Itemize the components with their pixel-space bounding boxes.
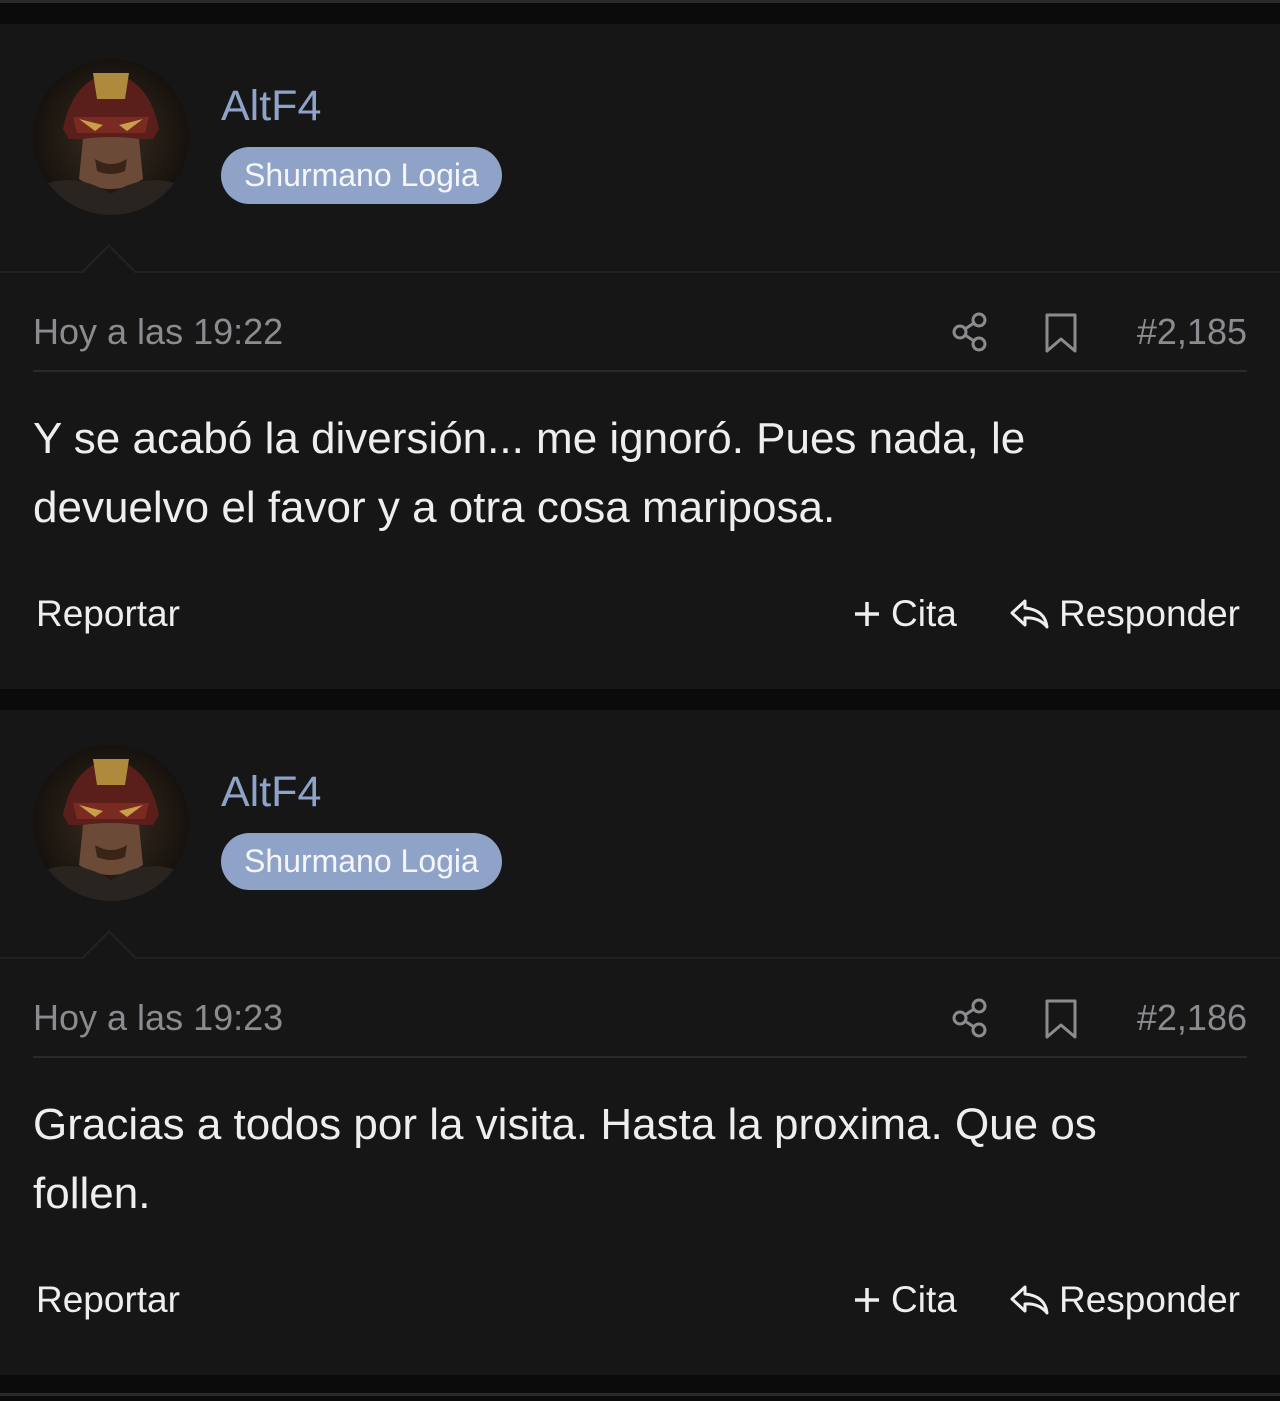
post-message: Gracias a todos por la visita. Hasta la … [33, 1100, 1097, 1218]
post-actions: Reportar Cita Responder [33, 1270, 1247, 1330]
post-timestamp[interactable]: Hoy a las 19:22 [33, 310, 283, 354]
plus-icon [855, 1288, 879, 1312]
post-meta: Hoy a las 19:22 #2,185 [33, 304, 1247, 364]
author-name[interactable]: AltF4 [221, 80, 321, 132]
reply-label: Responder [1059, 1279, 1241, 1320]
quote-label: Cita [891, 593, 957, 634]
report-button[interactable]: Reportar [36, 1278, 180, 1322]
author-pointer-fill [82, 247, 136, 274]
bookmark-icon[interactable] [1041, 312, 1081, 354]
quote-button[interactable]: Cita [853, 592, 957, 636]
meta-divider [33, 370, 1247, 372]
post-meta: Hoy a las 19:23 #2,186 [33, 990, 1247, 1050]
post-actions: Reportar Cita Responder [33, 584, 1247, 644]
post: AltF4 Shurmano Logia Hoy a las 19:23 #2,… [0, 710, 1280, 1375]
post-number[interactable]: #2,185 [1137, 310, 1247, 354]
post: AltF4 Shurmano Logia Hoy a las 19:22 #2,… [0, 24, 1280, 689]
post-author-block: AltF4 Shurmano Logia [0, 24, 1280, 272]
post-message: Y se acabó la diversión... me ignoró. Pu… [33, 414, 1026, 532]
avatar[interactable] [33, 59, 189, 215]
reply-icon [1010, 599, 1049, 629]
avatar-image [33, 745, 189, 901]
bookmark-icon[interactable] [1041, 998, 1081, 1040]
quote-button[interactable]: Cita [853, 1278, 957, 1322]
author-name[interactable]: AltF4 [221, 766, 321, 818]
post-author-block: AltF4 Shurmano Logia [0, 710, 1280, 958]
meta-divider [33, 1056, 1247, 1058]
top-divider [0, 0, 1280, 3]
report-button[interactable]: Reportar [36, 592, 180, 636]
avatar[interactable] [33, 745, 189, 901]
plus-icon [855, 602, 879, 626]
user-title-badge: Shurmano Logia [221, 833, 502, 890]
avatar-image [33, 59, 189, 215]
thread-page: AltF4 Shurmano Logia Hoy a las 19:22 #2,… [0, 0, 1280, 1401]
author-pointer-fill [82, 933, 136, 960]
post-number[interactable]: #2,186 [1137, 996, 1247, 1040]
user-title-badge: Shurmano Logia [221, 147, 502, 204]
share-icon[interactable] [951, 310, 991, 354]
reply-icon [1010, 1285, 1049, 1315]
share-icon[interactable] [951, 996, 991, 1040]
post-timestamp[interactable]: Hoy a las 19:23 [33, 996, 283, 1040]
reply-button[interactable]: Responder [1009, 1278, 1240, 1322]
reply-button[interactable]: Responder [1009, 592, 1240, 636]
quote-label: Cita [891, 1279, 957, 1320]
reply-label: Responder [1059, 593, 1241, 634]
bottom-divider [0, 1393, 1280, 1396]
